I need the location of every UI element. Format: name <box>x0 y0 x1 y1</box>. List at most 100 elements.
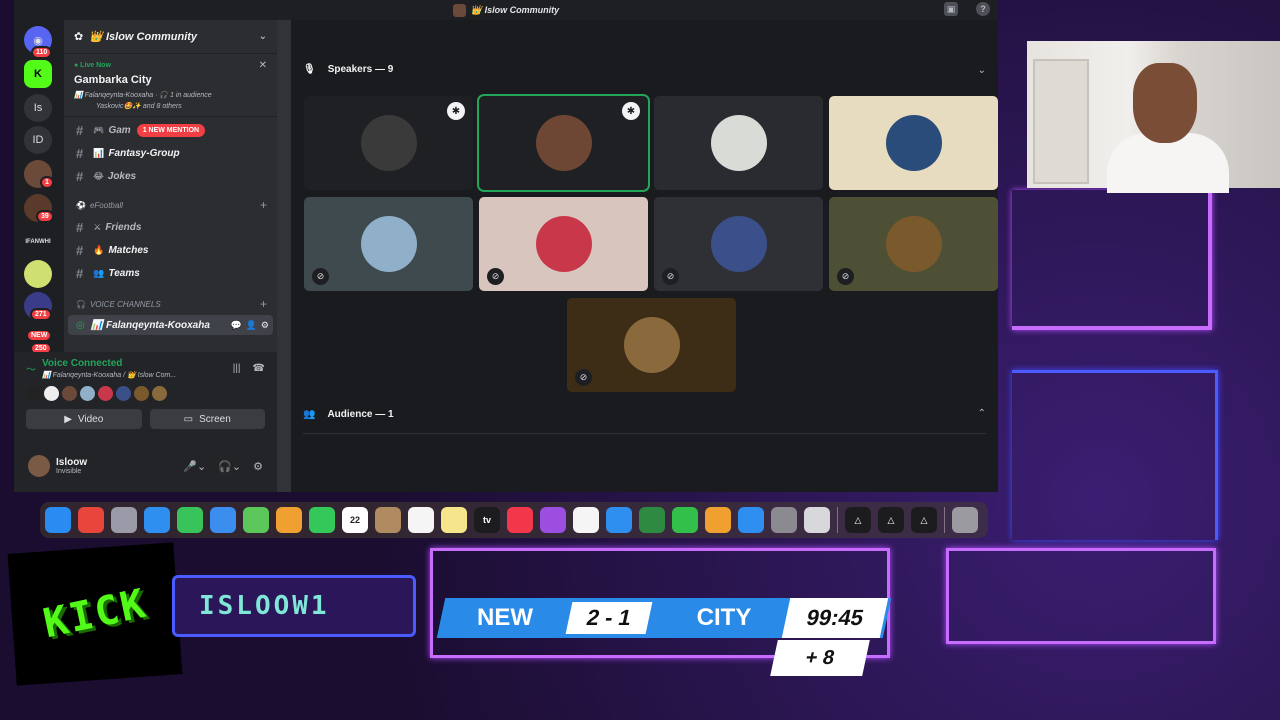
launchpad-icon[interactable] <box>111 507 137 533</box>
speaker-tile[interactable]: ⊘ <box>304 197 473 291</box>
contacts-icon[interactable] <box>375 507 401 533</box>
speaker-tile[interactable]: ⊘ <box>479 197 648 291</box>
server-header[interactable]: ✿ 👑 Islow Community ⌄ <box>64 20 277 54</box>
muted-mic-icon: ⊘ <box>487 268 504 285</box>
speaker-tile[interactable]: ✱ <box>477 94 650 192</box>
server-is[interactable]: Is <box>24 94 52 122</box>
mail-icon[interactable] <box>210 507 236 533</box>
avatar <box>360 115 417 171</box>
photos-icon[interactable] <box>276 507 302 533</box>
avatar <box>360 216 417 272</box>
video-button[interactable]: ▶ Video <box>26 409 142 429</box>
muted-mic-icon: ⊘ <box>575 369 592 386</box>
participant-avatars <box>26 386 265 401</box>
avatar <box>116 386 131 401</box>
game-icon[interactable] <box>639 507 665 533</box>
user-settings-icon[interactable]: ⚙ <box>253 460 263 473</box>
calendar-icon[interactable]: 22 <box>342 507 368 533</box>
voice-channel-active[interactable]: ◎ 📊 Falanqeynta-Kooxaha 💬 👤 ⚙ <box>68 315 273 335</box>
iphone-mirroring-icon[interactable] <box>804 507 830 533</box>
add-channel-icon[interactable]: + <box>260 198 267 212</box>
obs-a-icon[interactable]: △ <box>845 507 871 533</box>
user-status: Invisible <box>56 468 82 475</box>
microphone-icon[interactable]: 🎤⌄ <box>183 460 206 473</box>
keynote-icon[interactable] <box>606 507 632 533</box>
server-ifanwhi[interactable]: IFANWHI <box>24 228 52 256</box>
channel-name: Gam <box>108 125 131 136</box>
settings-icon[interactable]: ⚙ <box>261 320 269 331</box>
voice-connected-status[interactable]: Voice Connected <box>42 358 176 369</box>
screen-share-button[interactable]: ▭ Screen <box>149 409 265 429</box>
category-voice-channels[interactable]: 🎧 VOICE CHANNELS + <box>64 293 277 315</box>
audience-label: Audience — 1 <box>327 409 394 420</box>
channel-name: Fantasy-Group <box>108 148 180 159</box>
server-id[interactable]: ID <box>24 126 52 154</box>
speakers-header[interactable]: 🎙 Speakers — 9 <box>303 64 393 75</box>
category-efootball[interactable]: ⚽ eFootball + <box>64 194 277 216</box>
app-store-icon[interactable] <box>738 507 764 533</box>
finder-icon[interactable] <box>45 507 71 533</box>
macos-dock: 22 tv △ △ △ <box>40 502 988 538</box>
speaker-tile[interactable] <box>654 96 823 190</box>
obs-b-icon[interactable]: △ <box>878 507 904 533</box>
channel-fantasy-group[interactable]: # 📊 Fantasy-Group <box>64 142 277 165</box>
podcasts-icon[interactable] <box>540 507 566 533</box>
channel-friends[interactable]: # ⚔ Friends <box>64 216 277 239</box>
speaker-tile[interactable] <box>829 96 998 190</box>
avatar <box>134 386 149 401</box>
channel-jokes[interactable]: # 😂 Jokes <box>64 165 277 188</box>
messages-icon[interactable] <box>177 507 203 533</box>
invite-icon[interactable]: 👤 <box>246 320 257 331</box>
system-settings-icon[interactable] <box>771 507 797 533</box>
avatar <box>623 317 680 373</box>
facetime-icon[interactable] <box>309 507 335 533</box>
audience-icon: 👥 <box>303 409 316 420</box>
user-panel: Isloow Invisible 🎤⌄ 🎧⌄ ⚙ <box>14 440 277 492</box>
noise-suppression-icon[interactable]: ||| <box>233 363 241 374</box>
obs-c-icon[interactable]: △ <box>911 507 937 533</box>
music-icon[interactable] <box>507 507 533 533</box>
add-channel-icon[interactable]: + <box>260 297 267 311</box>
server-kick[interactable]: K <box>24 60 52 88</box>
hash-icon: # <box>76 169 84 184</box>
headphones-icon[interactable]: 🎧⌄ <box>218 460 241 473</box>
speaker-tile[interactable]: ✱ <box>304 96 473 190</box>
avatar[interactable] <box>28 455 50 477</box>
stage-meta: 📊 Falanqeynta-Kooxaha · 🎧 1 in audience <box>74 92 212 99</box>
notes-icon[interactable] <box>441 507 467 533</box>
channel-name: Teams <box>108 268 140 279</box>
live-stage-card[interactable]: ● Live Now ✕ Gambarka City 📊 Falanqeynta… <box>64 54 277 117</box>
dock-separator <box>944 507 945 533</box>
chrome-icon[interactable] <box>78 507 104 533</box>
channel-teams[interactable]: # 👥 Teams <box>64 262 277 285</box>
channel-name: ISLOOW1 <box>199 591 330 621</box>
news-icon[interactable] <box>573 507 599 533</box>
tv-icon[interactable]: tv <box>474 507 500 533</box>
close-icon[interactable]: ✕ <box>259 60 267 71</box>
reminders-icon[interactable] <box>408 507 434 533</box>
safari-icon[interactable] <box>144 507 170 533</box>
trash-icon[interactable] <box>952 507 978 533</box>
pages-icon[interactable] <box>705 507 731 533</box>
speaker-tile[interactable]: ⊘ <box>567 298 736 392</box>
stage-others: Yaskovic🤩✨ and 8 others <box>96 103 182 110</box>
chevron-up-icon[interactable]: ⌃ <box>978 408 986 419</box>
disconnect-icon[interactable]: ☎ <box>253 363 265 374</box>
inbox-icon[interactable]: ▣ <box>944 2 958 16</box>
stage-main: 🎙 Speakers — 9 ⌄ ✱ ✱ ⊘ ⊘ ⊘ ⊘ ⊘ 👥 Audience — 1 … <box>291 20 998 492</box>
speaker-tile[interactable]: ⊘ <box>654 197 823 291</box>
new-mention-badge[interactable]: 1 NEW MENTION <box>136 124 206 137</box>
speaker-tile[interactable]: ⊘ <box>829 197 998 291</box>
numbers-icon[interactable] <box>672 507 698 533</box>
channel-gam[interactable]: # 🎮 Gam 1 NEW MENTION <box>64 119 277 142</box>
chevron-down-icon[interactable]: ⌄ <box>978 65 986 76</box>
avatar <box>98 386 113 401</box>
help-icon[interactable]: ? <box>976 2 990 16</box>
muted-mic-icon: ⊘ <box>312 268 329 285</box>
maps-icon[interactable] <box>243 507 269 533</box>
audience-header[interactable]: 👥 Audience — 1 <box>303 409 394 420</box>
channel-matches[interactable]: # 🔥 Matches <box>64 239 277 262</box>
camera-icon: ▶ <box>64 413 72 425</box>
chat-icon[interactable]: 💬 <box>230 320 241 331</box>
server-panda[interactable] <box>24 260 52 288</box>
